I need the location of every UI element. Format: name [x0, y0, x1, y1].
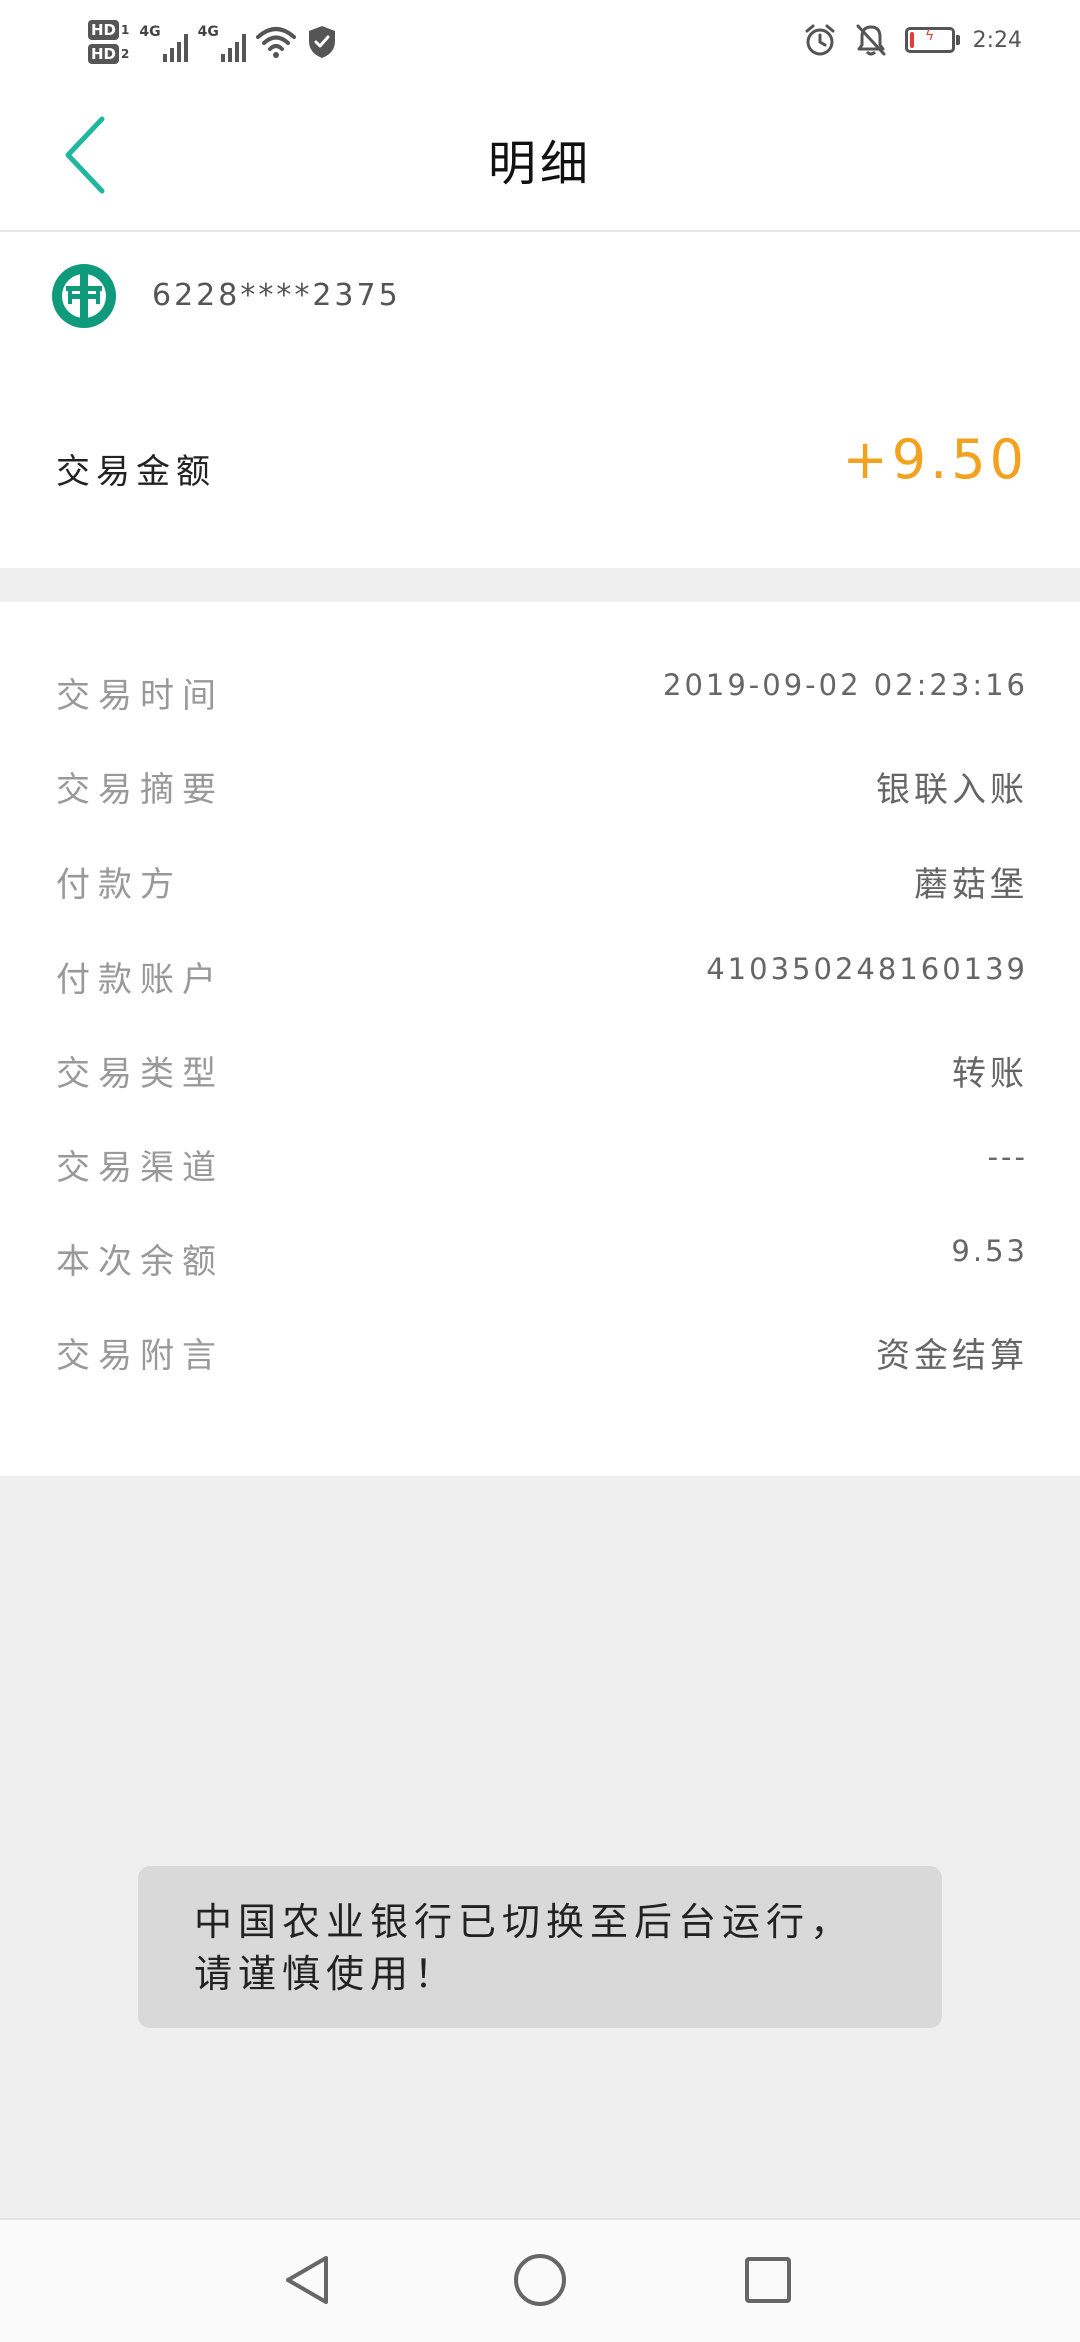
detail-value: 转账 [952, 1054, 1028, 1094]
amount-label: 交易金额 [56, 452, 216, 492]
detail-row-note: 交易附言 资金结算 [56, 1318, 1028, 1378]
detail-row-balance: 本次余额 9.53 [56, 1224, 1028, 1284]
app-header: 明细 [0, 80, 1080, 232]
status-left: HD 1 HD 2 4G 4G [88, 10, 338, 74]
detail-label: 本次余额 [56, 1242, 224, 1282]
network-2-label: 4G [197, 24, 219, 40]
status-right: ϟ 2:24 [803, 18, 1022, 62]
network-1-label: 4G [139, 24, 161, 40]
detail-row-type: 交易类型 转账 [56, 1036, 1028, 1096]
hd1-badge: HD 1 [88, 20, 129, 40]
card-number: 6228****2375 [152, 278, 401, 313]
detail-row-summary: 交易摘要 银联入账 [56, 752, 1028, 812]
detail-label: 交易时间 [56, 676, 224, 716]
detail-value: 2019-09-02 02:23:16 [663, 668, 1028, 702]
alarm-icon [805, 24, 835, 56]
detail-label: 付款方 [56, 865, 182, 905]
wifi-icon [255, 27, 296, 58]
amount-value: +9.50 [842, 428, 1028, 491]
hd1-label: HD [88, 20, 120, 40]
shield-icon [308, 26, 335, 58]
detail-value: 9.53 [951, 1234, 1028, 1268]
nav-home-button[interactable] [500, 2240, 580, 2320]
signal-icon [162, 32, 188, 62]
detail-label: 付款账户 [56, 960, 224, 1000]
hd2-label: HD [88, 44, 120, 64]
hd2-badge: HD 2 [88, 44, 129, 64]
detail-value: 资金结算 [876, 1336, 1028, 1376]
hd1-sub: 1 [121, 23, 130, 37]
detail-label: 交易摘要 [56, 770, 224, 810]
charging-icon: ϟ [924, 28, 935, 44]
system-nav-bar [0, 2218, 1080, 2342]
nav-recents-button[interactable] [728, 2240, 808, 2320]
detail-label: 交易附言 [56, 1336, 224, 1376]
hd2-sub: 2 [121, 47, 130, 61]
status-time: 2:24 [972, 27, 1022, 53]
background-toast: 中国农业银行已切换至后台运行，请谨慎使用！ [138, 1866, 942, 2028]
abc-bank-logo-icon [52, 264, 116, 328]
detail-row-time: 交易时间 2019-09-02 02:23:16 [56, 658, 1028, 718]
status-bar: HD 1 HD 2 4G 4G ϟ 2:24 [0, 0, 1080, 80]
detail-row-channel: 交易渠道 --- [56, 1130, 1028, 1190]
battery-icon: ϟ [904, 27, 960, 53]
home-circle-icon [514, 2254, 566, 2306]
detail-row-payer-account: 付款账户 410350248160139 [56, 942, 1028, 1002]
detail-row-payer: 付款方 蘑菇堡 [56, 847, 1028, 907]
detail-value: 银联入账 [876, 770, 1028, 810]
detail-label: 交易渠道 [56, 1148, 224, 1188]
hd-indicators: HD 1 HD 2 [88, 20, 129, 64]
detail-value: --- [987, 1140, 1028, 1174]
network-1: 4G [139, 22, 188, 62]
recents-square-icon [745, 2257, 791, 2303]
account-card: 6228****2375 交易金额 +9.50 [0, 232, 1080, 568]
detail-value: 蘑菇堡 [914, 865, 1028, 905]
signal-icon [220, 32, 246, 62]
back-triangle-icon [286, 2256, 328, 2304]
detail-label: 交易类型 [56, 1054, 224, 1094]
bell-off-icon [856, 24, 886, 56]
page-title: 明细 [487, 136, 592, 192]
details-card: 交易时间 2019-09-02 02:23:16 交易摘要 银联入账 付款方 蘑… [0, 602, 1080, 1476]
nav-back-button[interactable] [268, 2240, 348, 2320]
detail-value: 410350248160139 [706, 952, 1028, 986]
network-2: 4G [198, 22, 246, 62]
